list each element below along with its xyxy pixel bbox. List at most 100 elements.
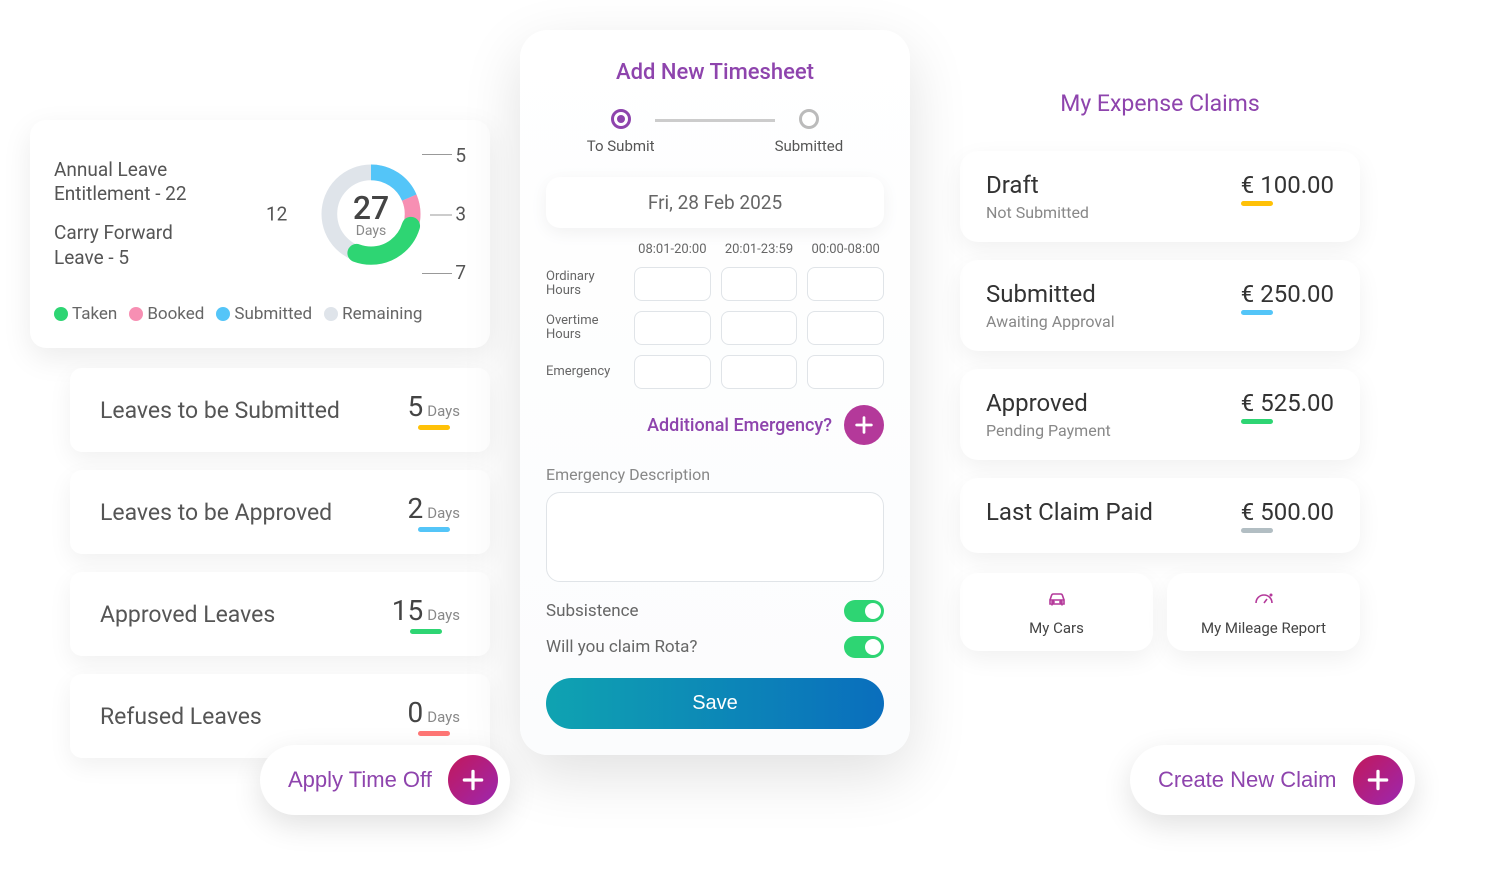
ts-col-1: 08:01-20:00 (634, 242, 711, 257)
stat-bar (410, 629, 442, 634)
callout-taken: 7 (455, 261, 466, 284)
stat-bar (418, 527, 450, 532)
ts-row-emergency: Emergency (546, 365, 624, 379)
expense-subtitle: Not Submitted (986, 203, 1089, 222)
step-label-to-submit: To Submit (587, 137, 655, 155)
timesheet-date[interactable]: Fri, 28 Feb 2025 (546, 177, 884, 228)
add-emergency-button[interactable] (844, 405, 884, 445)
my-cars-label: My Cars (1029, 619, 1084, 637)
emergency-col2-input[interactable] (721, 355, 798, 389)
ordinary-col1-input[interactable] (634, 267, 711, 301)
stat-unit: Days (427, 606, 460, 624)
emergency-description-input[interactable] (546, 492, 884, 582)
step-label-submitted: Submitted (775, 137, 844, 155)
save-button[interactable]: Save (546, 678, 884, 729)
ts-row-ordinary: Ordinary Hours (546, 270, 624, 299)
dot-icon-green (54, 307, 68, 321)
stat-label: Leaves to be Submitted (100, 397, 340, 424)
stat-bar (418, 731, 450, 736)
mileage-report-button[interactable]: My Mileage Report (1167, 573, 1360, 651)
subsistence-toggle[interactable] (844, 600, 884, 622)
dot-icon-pink (129, 307, 143, 321)
stat-unit: Days (427, 708, 460, 726)
rota-label: Will you claim Rota? (546, 637, 697, 657)
expense-name: Last Claim Paid (986, 498, 1153, 526)
dot-icon-gray (324, 307, 338, 321)
emergency-description-label: Emergency Description (546, 465, 884, 484)
step-circle-inactive (799, 109, 819, 129)
ordinary-col3-input[interactable] (807, 267, 884, 301)
leave-donut-chart: 12 5 3 7 27 Days (276, 144, 466, 284)
stat-number: 5 (408, 390, 424, 423)
plus-icon (448, 755, 498, 805)
stat-label: Approved Leaves (100, 601, 275, 628)
step-circle-active (611, 109, 631, 129)
expense-card[interactable]: Approved Pending Payment € 525.00 (960, 369, 1360, 460)
apply-time-off-button[interactable]: Apply Time Off (260, 745, 510, 815)
emergency-col3-input[interactable] (807, 355, 884, 389)
donut-total: 27 (353, 189, 389, 227)
legend-submitted: Submitted (234, 304, 312, 324)
expense-bar (1241, 419, 1273, 424)
mileage-report-label: My Mileage Report (1201, 619, 1326, 637)
timesheet-card: Add New Timesheet To Submit Submitted Fr… (520, 30, 910, 755)
overtime-col3-input[interactable] (807, 311, 884, 345)
leave-legend: Taken Booked Submitted Remaining (54, 304, 466, 324)
stat-label: Refused Leaves (100, 703, 262, 730)
stat-label: Leaves to be Approved (100, 499, 332, 526)
create-new-claim-label: Create New Claim (1158, 767, 1337, 793)
stat-number: 15 (392, 594, 423, 627)
timesheet-title: Add New Timesheet (546, 60, 884, 85)
expense-name: Draft (986, 171, 1089, 199)
rota-toggle[interactable] (844, 636, 884, 658)
subsistence-label: Subsistence (546, 601, 639, 621)
expense-amount: € 500.00 (1241, 498, 1334, 526)
car-icon (1042, 587, 1072, 611)
rota-row: Will you claim Rota? (546, 636, 884, 658)
ts-col-2: 20:01-23:59 (721, 242, 798, 257)
expense-claims-title: My Expense Claims (960, 90, 1360, 117)
expense-bar (1241, 310, 1273, 315)
expense-amount: € 250.00 (1241, 280, 1334, 308)
overtime-col1-input[interactable] (634, 311, 711, 345)
expense-card[interactable]: Submitted Awaiting Approval € 250.00 (960, 260, 1360, 351)
create-new-claim-button[interactable]: Create New Claim (1130, 745, 1415, 815)
plus-icon (853, 414, 875, 436)
stat-number: 0 (408, 696, 424, 729)
callout-remaining: 12 (266, 203, 287, 226)
apply-time-off-label: Apply Time Off (288, 767, 432, 793)
overtime-col2-input[interactable] (721, 311, 798, 345)
additional-emergency-label: Additional Emergency? (647, 415, 832, 436)
leave-summary-card: Annual Leave Entitlement - 22 Carry Forw… (30, 120, 490, 348)
expense-bar (1241, 528, 1273, 533)
timesheet-stepper: To Submit Submitted (546, 109, 884, 155)
leave-entitlement-text: Annual Leave Entitlement - 22 Carry Forw… (54, 158, 187, 271)
expense-card[interactable]: Draft Not Submitted € 100.00 (960, 151, 1360, 242)
legend-booked: Booked (147, 304, 204, 324)
ordinary-col2-input[interactable] (721, 267, 798, 301)
expense-subtitle: Awaiting Approval (986, 312, 1115, 331)
expense-amount: € 525.00 (1241, 389, 1334, 417)
leave-stat-card[interactable]: Approved Leaves 15 Days (70, 572, 490, 656)
expense-name: Approved (986, 389, 1111, 417)
subsistence-row: Subsistence (546, 600, 884, 622)
ts-row-overtime: Overtime Hours (546, 314, 624, 343)
emergency-col1-input[interactable] (634, 355, 711, 389)
dot-icon-blue (216, 307, 230, 321)
step-to-submit[interactable]: To Submit (587, 109, 655, 155)
my-cars-button[interactable]: My Cars (960, 573, 1153, 651)
expense-bar (1241, 201, 1273, 206)
legend-taken: Taken (72, 304, 117, 324)
ts-col-3: 00:00-08:00 (807, 242, 884, 257)
expense-name: Submitted (986, 280, 1115, 308)
expense-amount: € 100.00 (1241, 171, 1334, 199)
callout-booked: 3 (455, 203, 466, 226)
step-submitted[interactable]: Submitted (775, 109, 844, 155)
callout-submitted: 5 (455, 144, 466, 167)
expense-card[interactable]: Last Claim Paid € 500.00 (960, 478, 1360, 553)
leave-stat-card[interactable]: Leaves to be Approved 2 Days (70, 470, 490, 554)
leave-stat-card[interactable]: Leaves to be Submitted 5 Days (70, 368, 490, 452)
legend-remaining: Remaining (342, 304, 422, 324)
stat-unit: Days (427, 402, 460, 420)
plus-icon (1353, 755, 1403, 805)
